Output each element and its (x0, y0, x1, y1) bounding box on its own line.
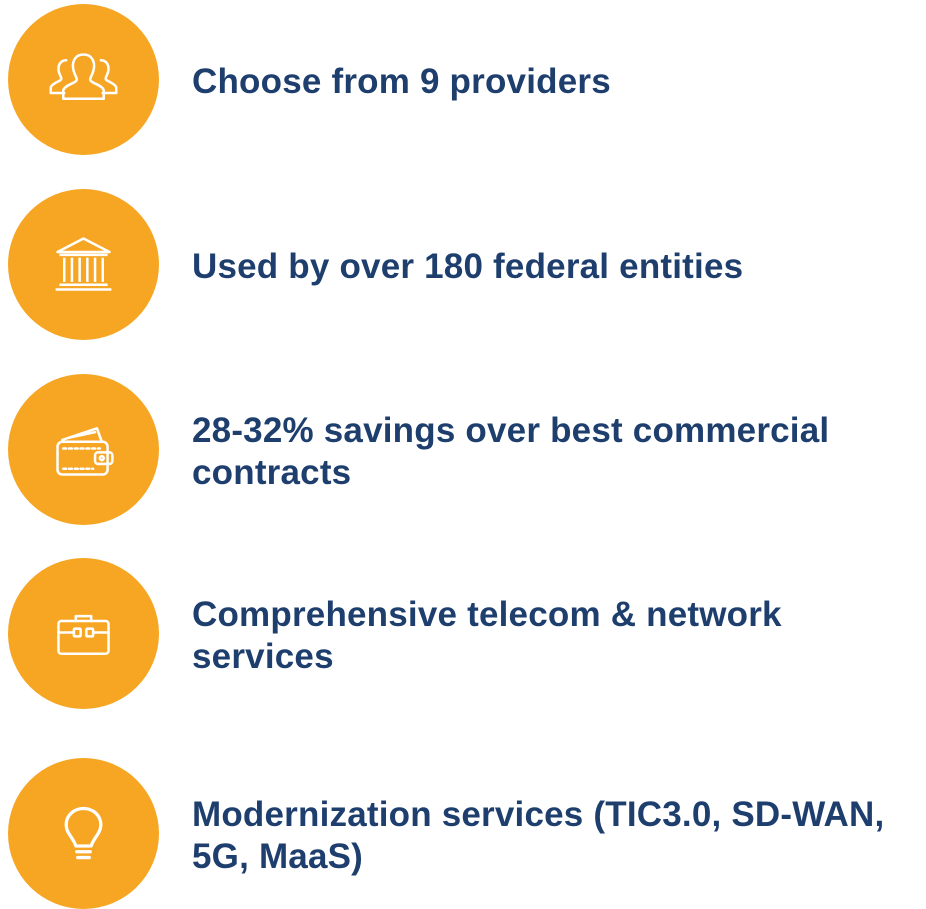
feature-savings: 28-32% savings over best commercial cont… (0, 374, 926, 534)
feature-label: 28-32% savings over best commercial cont… (192, 411, 830, 492)
wallet-icon (56, 427, 114, 476)
feature-label: Modernization services (TIC3.0, SD-WAN, … (192, 795, 885, 876)
feature-badge (8, 4, 159, 155)
feature-list: Choose from 9 providers Used by over 180… (0, 0, 926, 909)
briefcase-icon (57, 614, 110, 655)
feature-label: Comprehensive telecom & network services (192, 595, 782, 676)
feature-telecom-services: Comprehensive telecom & network services (0, 558, 926, 718)
feature-federal-entities: Used by over 180 federal entities (0, 189, 926, 349)
feature-label: Choose from 9 providers (192, 62, 611, 101)
feature-badge (8, 189, 159, 340)
feature-badge (8, 374, 159, 525)
feature-label: Used by over 180 federal entities (192, 247, 744, 286)
feature-badge (8, 758, 159, 909)
feature-modernization: Modernization services (TIC3.0, SD-WAN, … (0, 758, 926, 909)
feature-badge (8, 558, 159, 709)
lightbulb-icon (64, 806, 103, 860)
government-building-icon (55, 237, 112, 291)
feature-providers: Choose from 9 providers (0, 4, 926, 164)
people-group-icon (49, 53, 118, 101)
